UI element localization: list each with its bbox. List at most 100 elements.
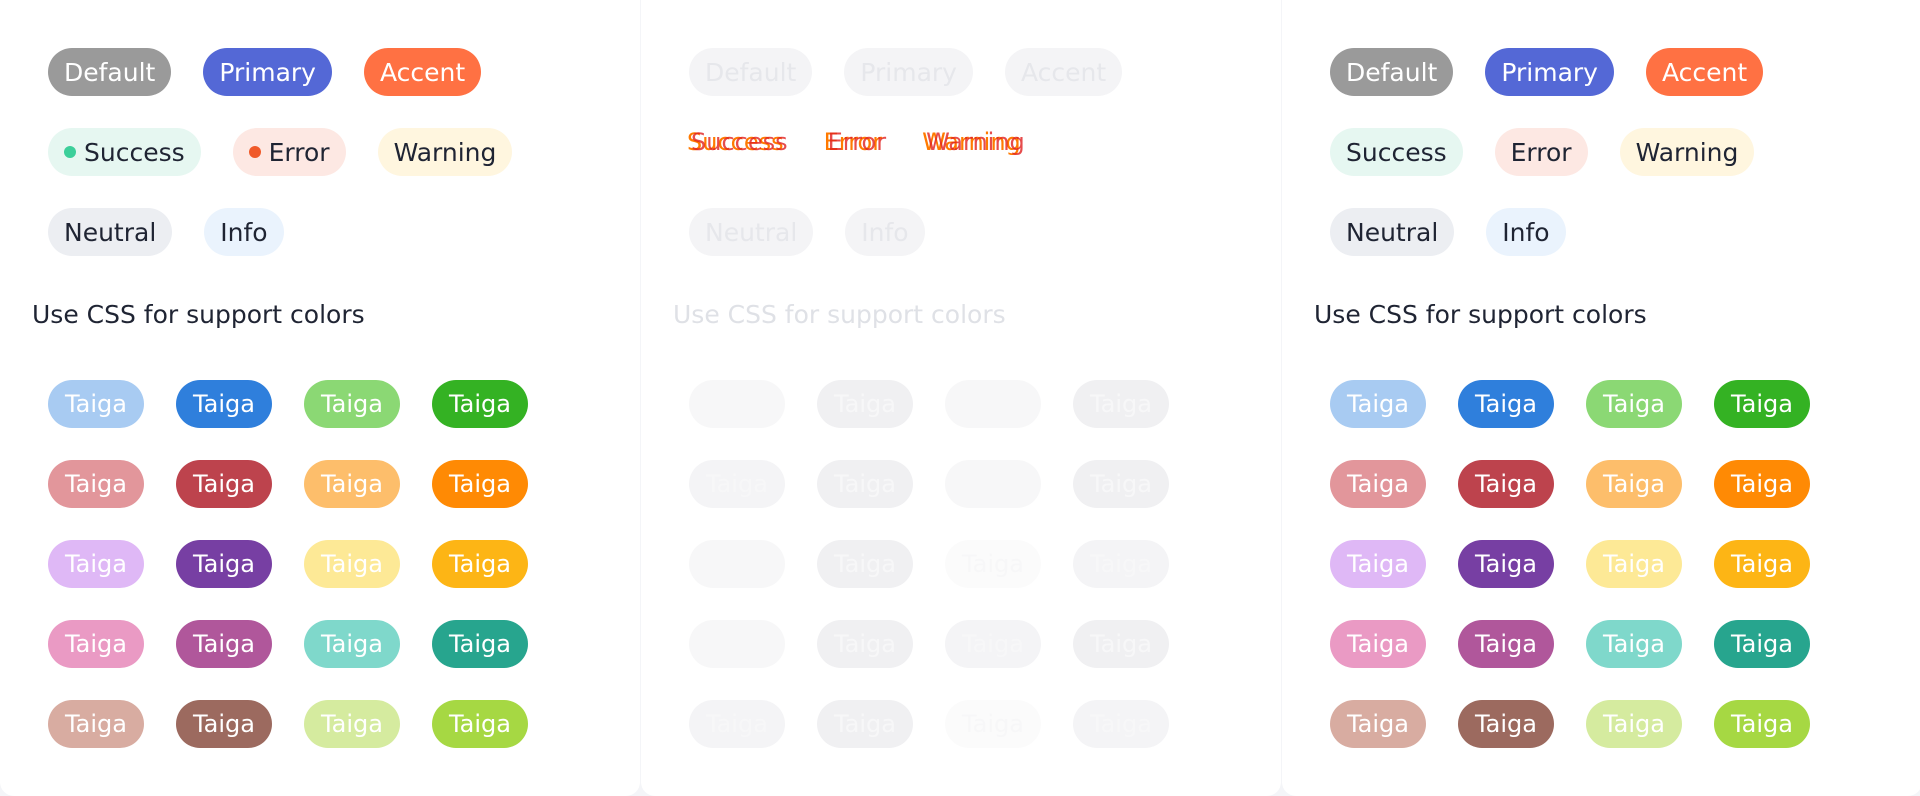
taiga-color-tag: Taiga [817, 700, 913, 748]
taiga-color-tag[interactable]: Taiga [1330, 620, 1426, 668]
tag-success[interactable]: Success [1330, 128, 1463, 176]
taiga-color-tag[interactable]: Taiga [176, 380, 272, 428]
tag-warning[interactable]: Warning [1619, 128, 1755, 176]
taiga-color-tag[interactable]: Taiga [1714, 540, 1810, 588]
taiga-color-tag[interactable]: Taiga [176, 540, 272, 588]
tag-accent[interactable]: Accent [1645, 48, 1764, 96]
taiga-color-tag: Taiga [689, 460, 785, 508]
taiga-color-tag[interactable]: Taiga [1458, 620, 1554, 668]
tag-error[interactable]: Error [1494, 128, 1588, 176]
taiga-color-tag[interactable]: Taiga [48, 540, 144, 588]
tag-default[interactable]: Default [48, 48, 172, 96]
taiga-color-tag: Taiga [1073, 700, 1169, 748]
taiga-color-tag[interactable]: Taiga [1714, 460, 1810, 508]
taiga-color-tag[interactable]: Taiga [304, 380, 400, 428]
tag-success: Success Success [687, 128, 788, 156]
tag-accent: Accent [1004, 48, 1123, 96]
tag-label: Warning [1635, 137, 1739, 167]
taiga-color-tag[interactable]: Taiga [48, 460, 144, 508]
tag-label: Default [705, 57, 797, 87]
tag-label: Neutral [64, 217, 157, 247]
panel-normal: Default Primary Accent Success Error War… [0, 0, 640, 796]
taiga-color-tag[interactable]: Taiga [304, 540, 400, 588]
tag-label: Neutral [1346, 217, 1439, 247]
status-tags-row: Success Success Error Error Warning Warning [687, 128, 1025, 156]
taiga-color-tag[interactable]: Taiga [48, 380, 144, 428]
taiga-color-tag[interactable]: Taiga [1586, 620, 1682, 668]
tag-label: Default [1346, 57, 1438, 87]
tag-label: Primary [1501, 57, 1598, 87]
taiga-color-tag[interactable]: Taiga [1458, 460, 1554, 508]
taiga-color-tag[interactable]: Taiga [1586, 380, 1682, 428]
tag-success[interactable]: Success [48, 128, 201, 176]
tag-label: Accent [379, 57, 466, 87]
taiga-color-tag[interactable]: Taiga [1586, 700, 1682, 748]
tag-neutral: Neutral [689, 208, 814, 256]
tag-error[interactable]: Error [232, 128, 346, 176]
tag-primary[interactable]: Primary [1485, 48, 1614, 96]
taiga-color-tag[interactable]: Taiga [176, 620, 272, 668]
taiga-color-tag[interactable]: Taiga [1586, 540, 1682, 588]
taiga-color-tag[interactable]: Taiga [1586, 460, 1682, 508]
info-tags-row: Neutral Info [689, 208, 925, 256]
support-colors-grid: Taiga Taiga Taiga Taiga Taiga Taiga Taiga Taiga… [1330, 380, 1810, 748]
tag-label: Info [220, 217, 268, 247]
taiga-color-tag[interactable]: Taiga [432, 700, 528, 748]
taiga-color-tag[interactable]: Taiga [1330, 380, 1426, 428]
tag-label: Accent [1020, 57, 1107, 87]
taiga-color-tag: Taiga [817, 380, 913, 428]
base-tags-row: Default Primary Accent [48, 48, 482, 96]
tag-label: Error [1510, 137, 1572, 167]
taiga-color-tag[interactable]: Taiga [304, 620, 400, 668]
base-tags-row: Default Primary Accent [1330, 48, 1764, 96]
taiga-color-tag[interactable]: Taiga [1458, 540, 1554, 588]
taiga-color-tag[interactable]: Taiga [1458, 700, 1554, 748]
taiga-color-tag[interactable]: Taiga [1458, 380, 1554, 428]
tag-label: Accent [1661, 57, 1748, 87]
taiga-color-tag: Taiga [689, 620, 785, 668]
taiga-color-tag: Taiga [945, 620, 1041, 668]
taiga-color-tag[interactable]: Taiga [432, 380, 528, 428]
tag-neutral[interactable]: Neutral [1330, 208, 1455, 256]
tag-label: Default [64, 57, 156, 87]
taiga-color-tag: Taiga [689, 700, 785, 748]
taiga-color-tag[interactable]: Taiga [1714, 700, 1810, 748]
base-tags-row: Default Primary Accent [689, 48, 1123, 96]
taiga-color-tag: Taiga [817, 460, 913, 508]
tag-info[interactable]: Info [204, 208, 284, 256]
taiga-color-tag: Taiga [945, 700, 1041, 748]
taiga-color-tag[interactable]: Taiga [1330, 700, 1426, 748]
taiga-color-tag[interactable]: Taiga [1330, 540, 1426, 588]
panel-normal-alt: Default Primary Accent Success Error War… [1282, 0, 1920, 796]
tag-label: Primary [219, 57, 316, 87]
taiga-color-tag[interactable]: Taiga [432, 460, 528, 508]
tag-accent[interactable]: Accent [363, 48, 482, 96]
status-dot-icon [64, 146, 76, 158]
tag-warning[interactable]: Warning [377, 128, 513, 176]
taiga-color-tag[interactable]: Taiga [176, 700, 272, 748]
taiga-color-tag[interactable]: Taiga [176, 460, 272, 508]
status-dot-icon [248, 146, 261, 158]
taiga-color-tag[interactable]: Taiga [48, 700, 144, 748]
taiga-color-tag[interactable]: Taiga [1714, 380, 1810, 428]
taiga-color-tag[interactable]: Taiga [1714, 620, 1810, 668]
taiga-color-tag[interactable]: Taiga [1330, 460, 1426, 508]
tag-info[interactable]: Info [1486, 208, 1566, 256]
tag-neutral[interactable]: Neutral [48, 208, 173, 256]
support-colors-grid: Taiga Taiga Taiga Taiga Taiga Taiga Taiga Taiga… [48, 380, 528, 748]
tag-showcase: Default Primary Accent Success Error War… [0, 0, 1920, 796]
tag-info: Info [845, 208, 925, 256]
taiga-color-tag[interactable]: Taiga [432, 620, 528, 668]
tag-label: Info [861, 217, 909, 247]
taiga-color-tag[interactable]: Taiga [48, 620, 144, 668]
taiga-color-tag[interactable]: Taiga [304, 460, 400, 508]
tag-label: Success [1346, 137, 1447, 167]
info-tags-row: Neutral Info [1330, 208, 1566, 256]
taiga-color-tag: Taiga [945, 380, 1041, 428]
section-title: Use CSS for support colors [673, 300, 1006, 329]
tag-primary[interactable]: Primary [203, 48, 332, 96]
taiga-color-tag[interactable]: Taiga [432, 540, 528, 588]
taiga-color-tag[interactable]: Taiga [304, 700, 400, 748]
section-title: Use CSS for support colors [32, 300, 365, 329]
tag-default[interactable]: Default [1330, 48, 1454, 96]
